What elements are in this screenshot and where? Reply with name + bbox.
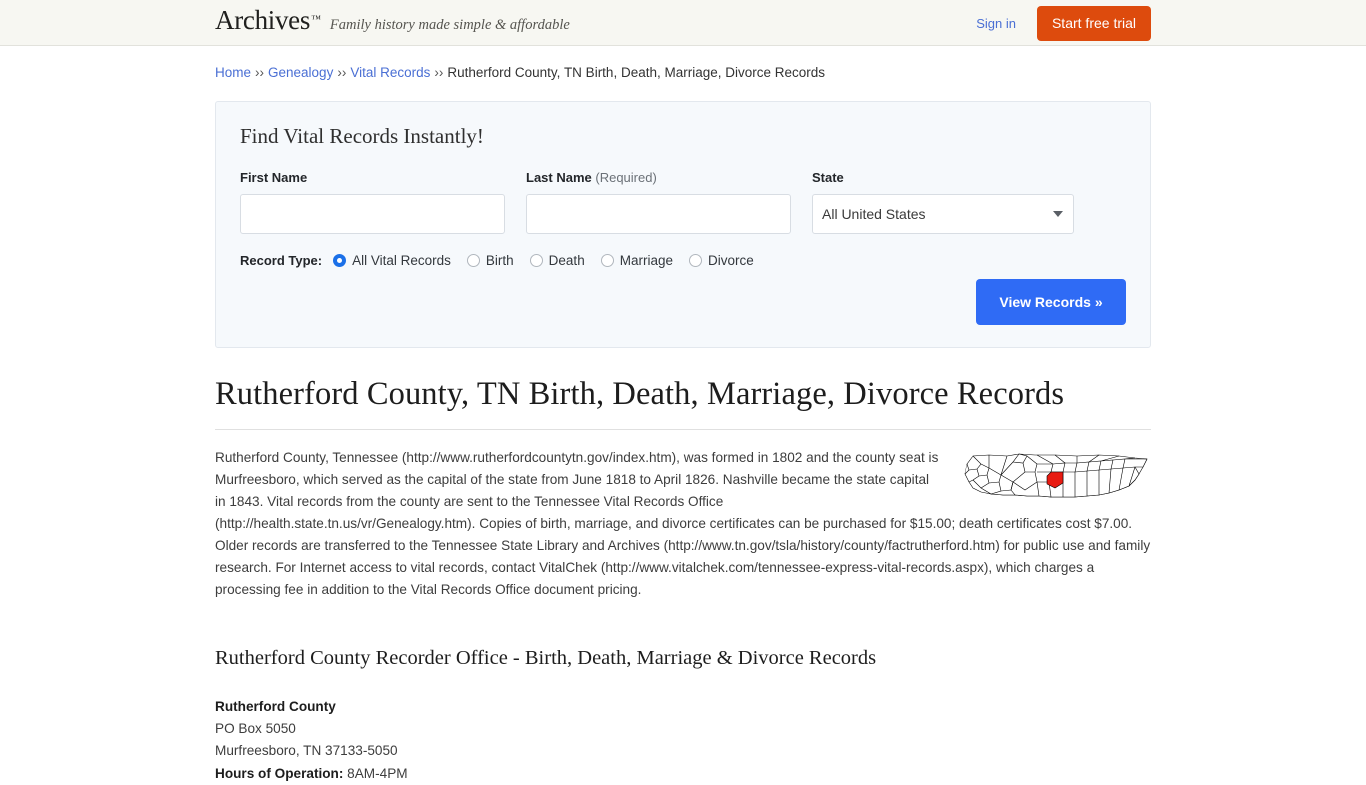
tennessee-county-map-image (964, 453, 1148, 498)
address-county-name: Rutherford County (215, 699, 336, 714)
site-logo[interactable]: Archives ™ Family history made simple & a… (215, 7, 570, 34)
breadcrumb-separator: ›› (255, 65, 265, 80)
address-street: PO Box 5050 (215, 721, 296, 737)
breadcrumb-item-current: Rutherford County, TN Birth, Death, Marr… (447, 65, 826, 80)
radio-icon (688, 254, 702, 267)
state-label: State (812, 170, 844, 185)
first-name-input[interactable] (240, 194, 505, 234)
header-actions: Sign in Start free trial (976, 6, 1151, 41)
radio-icon-selected (333, 254, 347, 267)
vital-records-search-panel: Find Vital Records Instantly! First Name… (215, 101, 1151, 348)
breadcrumb-separator: ›› (434, 65, 444, 80)
breadcrumb-item-genealogy[interactable]: Genealogy (268, 65, 333, 80)
last-name-label-text: Last Name (526, 170, 592, 185)
radio-icon (466, 254, 480, 267)
first-name-field-group: First Name (240, 170, 505, 234)
start-free-trial-button[interactable]: Start free trial (1036, 6, 1151, 41)
record-type-row: Record Type: All Vital Records Birth Dea… (240, 253, 1126, 268)
state-select[interactable]: All United States (812, 194, 1074, 234)
first-name-label: First Name (240, 170, 308, 185)
radio-icon (600, 254, 614, 267)
logo-wordmark: Archives (215, 5, 311, 35)
radio-label-death: Death (548, 253, 585, 268)
radio-birth[interactable]: Birth (466, 253, 514, 268)
last-name-input[interactable] (526, 194, 791, 234)
view-records-button[interactable]: View Records » (976, 279, 1126, 325)
radio-all-vital-records[interactable]: All Vital Records (333, 253, 451, 268)
last-name-required-note: (Required) (595, 170, 657, 185)
radio-marriage[interactable]: Marriage (600, 253, 673, 268)
radio-label-birth: Birth (485, 253, 514, 268)
last-name-field-group: Last Name (Required) (526, 170, 791, 234)
site-header: Archives ™ Family history made simple & a… (0, 0, 1366, 46)
trademark-icon: ™ (311, 14, 321, 25)
address-hours: Hours of Operation: 8AM-4PM (215, 763, 1151, 785)
breadcrumb: Home ›› Genealogy ›› Vital Records ›› Rutherfo… (215, 46, 1151, 82)
recorder-office-address: Rutherford County PO Box 5050 Murfreesbo… (215, 696, 1151, 785)
breadcrumb-separator: ›› (337, 65, 347, 80)
radio-divorce[interactable]: Divorce (688, 253, 754, 268)
radio-icon (529, 254, 543, 267)
state-field-group: State All United States (812, 170, 1074, 234)
sign-in-link[interactable]: Sign in (976, 16, 1016, 31)
breadcrumb-item-vital-records[interactable]: Vital Records (350, 65, 430, 80)
radio-label-all-vital-records: All Vital Records (352, 253, 451, 268)
page-container: Home ›› Genealogy ›› Vital Records ›› Rutherfo… (215, 46, 1151, 785)
header-inner: Archives ™ Family history made simple & a… (215, 0, 1151, 45)
record-type-label: Record Type: (240, 253, 323, 268)
radio-death[interactable]: Death (529, 253, 585, 268)
recorder-office-heading: Rutherford County Recorder Office - Birt… (215, 647, 877, 669)
state-select-wrap: All United States (812, 194, 1074, 234)
site-tagline: Family history made simple & affordable (329, 17, 570, 33)
radio-label-marriage: Marriage (619, 253, 673, 268)
county-description: Rutherford County, Tennessee (http://www… (215, 447, 1151, 601)
breadcrumb-item-home[interactable]: Home (215, 65, 251, 80)
last-name-label: Last Name (Required) (526, 170, 791, 185)
search-panel-title: Find Vital Records Instantly! (240, 124, 484, 148)
page-title: Rutherford County, TN Birth, Death, Marr… (215, 376, 1151, 430)
address-city-state-zip: Murfreesboro, TN 37133-5050 (215, 743, 398, 759)
radio-label-divorce: Divorce (707, 253, 754, 268)
search-fields-row: First Name Last Name (Required) State Al… (240, 170, 1126, 234)
